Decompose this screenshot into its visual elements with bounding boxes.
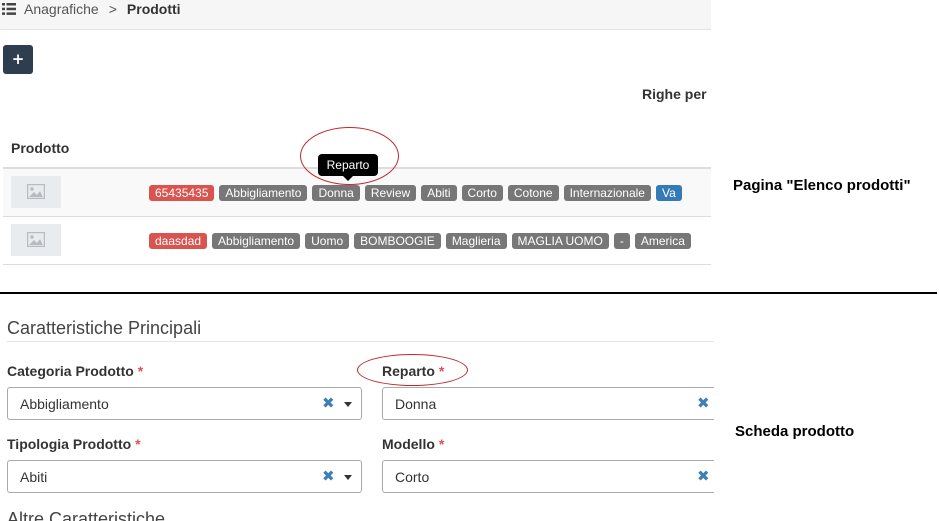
product-tag: Abbigliamento — [219, 185, 308, 201]
add-product-button[interactable]: + — [3, 45, 33, 74]
rows-per-page-label: Righe per — [642, 86, 707, 102]
section-title: Caratteristiche Principali — [7, 318, 202, 338]
modello-label: Modello * — [382, 436, 444, 452]
required-mark: * — [438, 436, 445, 452]
modello-select[interactable]: Corto ✖ — [382, 460, 714, 493]
clear-x-icon[interactable]: ✖ — [697, 467, 710, 485]
product-thumbnail — [11, 176, 61, 208]
caret-down-icon[interactable] — [344, 402, 352, 407]
categoria-value: Abbigliamento — [20, 396, 109, 412]
categoria-label: Categoria Prodotto * — [7, 363, 143, 379]
clear-x-icon[interactable]: ✖ — [322, 394, 335, 412]
tipologia-label-text: Tipologia Prodotto — [7, 436, 132, 452]
annotation-product-sheet: Scheda prodotto — [735, 423, 855, 440]
product-tag: Abiti — [421, 185, 457, 201]
clear-x-icon[interactable]: ✖ — [697, 394, 710, 412]
product-tag: Va — [655, 185, 682, 201]
product-thumbnail — [11, 224, 61, 256]
product-tag: Abbigliamento — [212, 233, 301, 249]
product-tag: BOMBOOGIE — [354, 233, 441, 249]
highlight-ellipse-reparto — [357, 354, 468, 386]
modello-value: Corto — [395, 469, 430, 485]
product-tag: Corto — [461, 185, 503, 201]
section-divider — [0, 292, 937, 294]
product-tag: America — [634, 233, 691, 249]
product-tags: 65435435 Abbigliamento Donna Review Abiti Cor… — [149, 185, 687, 201]
breadcrumb-parent-link[interactable]: Anagrafiche — [24, 1, 99, 17]
product-tag: 65435435 — [149, 185, 215, 201]
product-tag: Cotone — [507, 185, 559, 201]
categoria-label-text: Categoria Prodotto — [7, 363, 134, 379]
tipologia-select[interactable]: Abiti ✖ — [7, 460, 362, 493]
reparto-value: Donna — [395, 396, 437, 412]
table-row[interactable]: daasdad Abbigliamento Uomo BOMBOOGIE Maglier… — [3, 217, 711, 265]
column-header-prodotto[interactable]: Prodotto — [11, 140, 69, 156]
breadcrumb: Anagrafiche > Prodotti — [2, 1, 181, 17]
list-icon — [2, 3, 16, 15]
product-tag: Uomo — [305, 233, 350, 249]
product-tag: Review — [364, 185, 417, 201]
required-mark: * — [135, 436, 141, 452]
breadcrumb-separator: > — [108, 1, 117, 17]
product-tag: - — [613, 233, 630, 249]
highlight-ellipse-tooltip — [300, 127, 399, 185]
clear-x-icon[interactable]: ✖ — [322, 467, 335, 485]
breadcrumb-bar: Anagrafiche > Prodotti — [0, 0, 711, 30]
categoria-select[interactable]: Abbigliamento ✖ — [7, 387, 362, 420]
breadcrumb-current: Prodotti — [126, 1, 181, 17]
caret-down-icon[interactable] — [344, 475, 352, 480]
section-rule — [7, 341, 714, 342]
product-tag: daasdad — [149, 233, 208, 249]
modello-label-text: Modello — [382, 436, 435, 452]
product-sheet-screenshot: Caratteristiche Principali Categoria Pro… — [0, 296, 714, 521]
product-tag: Maglieria — [445, 233, 507, 249]
next-section-title: Altre Caratteristiche — [7, 509, 166, 521]
required-mark: * — [137, 363, 144, 379]
annotation-list-page: Pagina "Elenco prodotti" — [733, 177, 911, 194]
product-tag: Donna — [312, 185, 360, 201]
tipologia-label: Tipologia Prodotto * — [7, 436, 141, 452]
image-placeholder-icon — [27, 232, 45, 247]
product-tag: MAGLIA UOMO — [511, 233, 609, 249]
product-tags: daasdad Abbigliamento Uomo BOMBOOGIE Maglier… — [149, 233, 696, 249]
tipologia-value: Abiti — [20, 469, 48, 485]
image-placeholder-icon — [27, 184, 45, 199]
product-tag: Internazionale — [563, 185, 651, 201]
reparto-select[interactable]: Donna ✖ — [382, 387, 714, 420]
